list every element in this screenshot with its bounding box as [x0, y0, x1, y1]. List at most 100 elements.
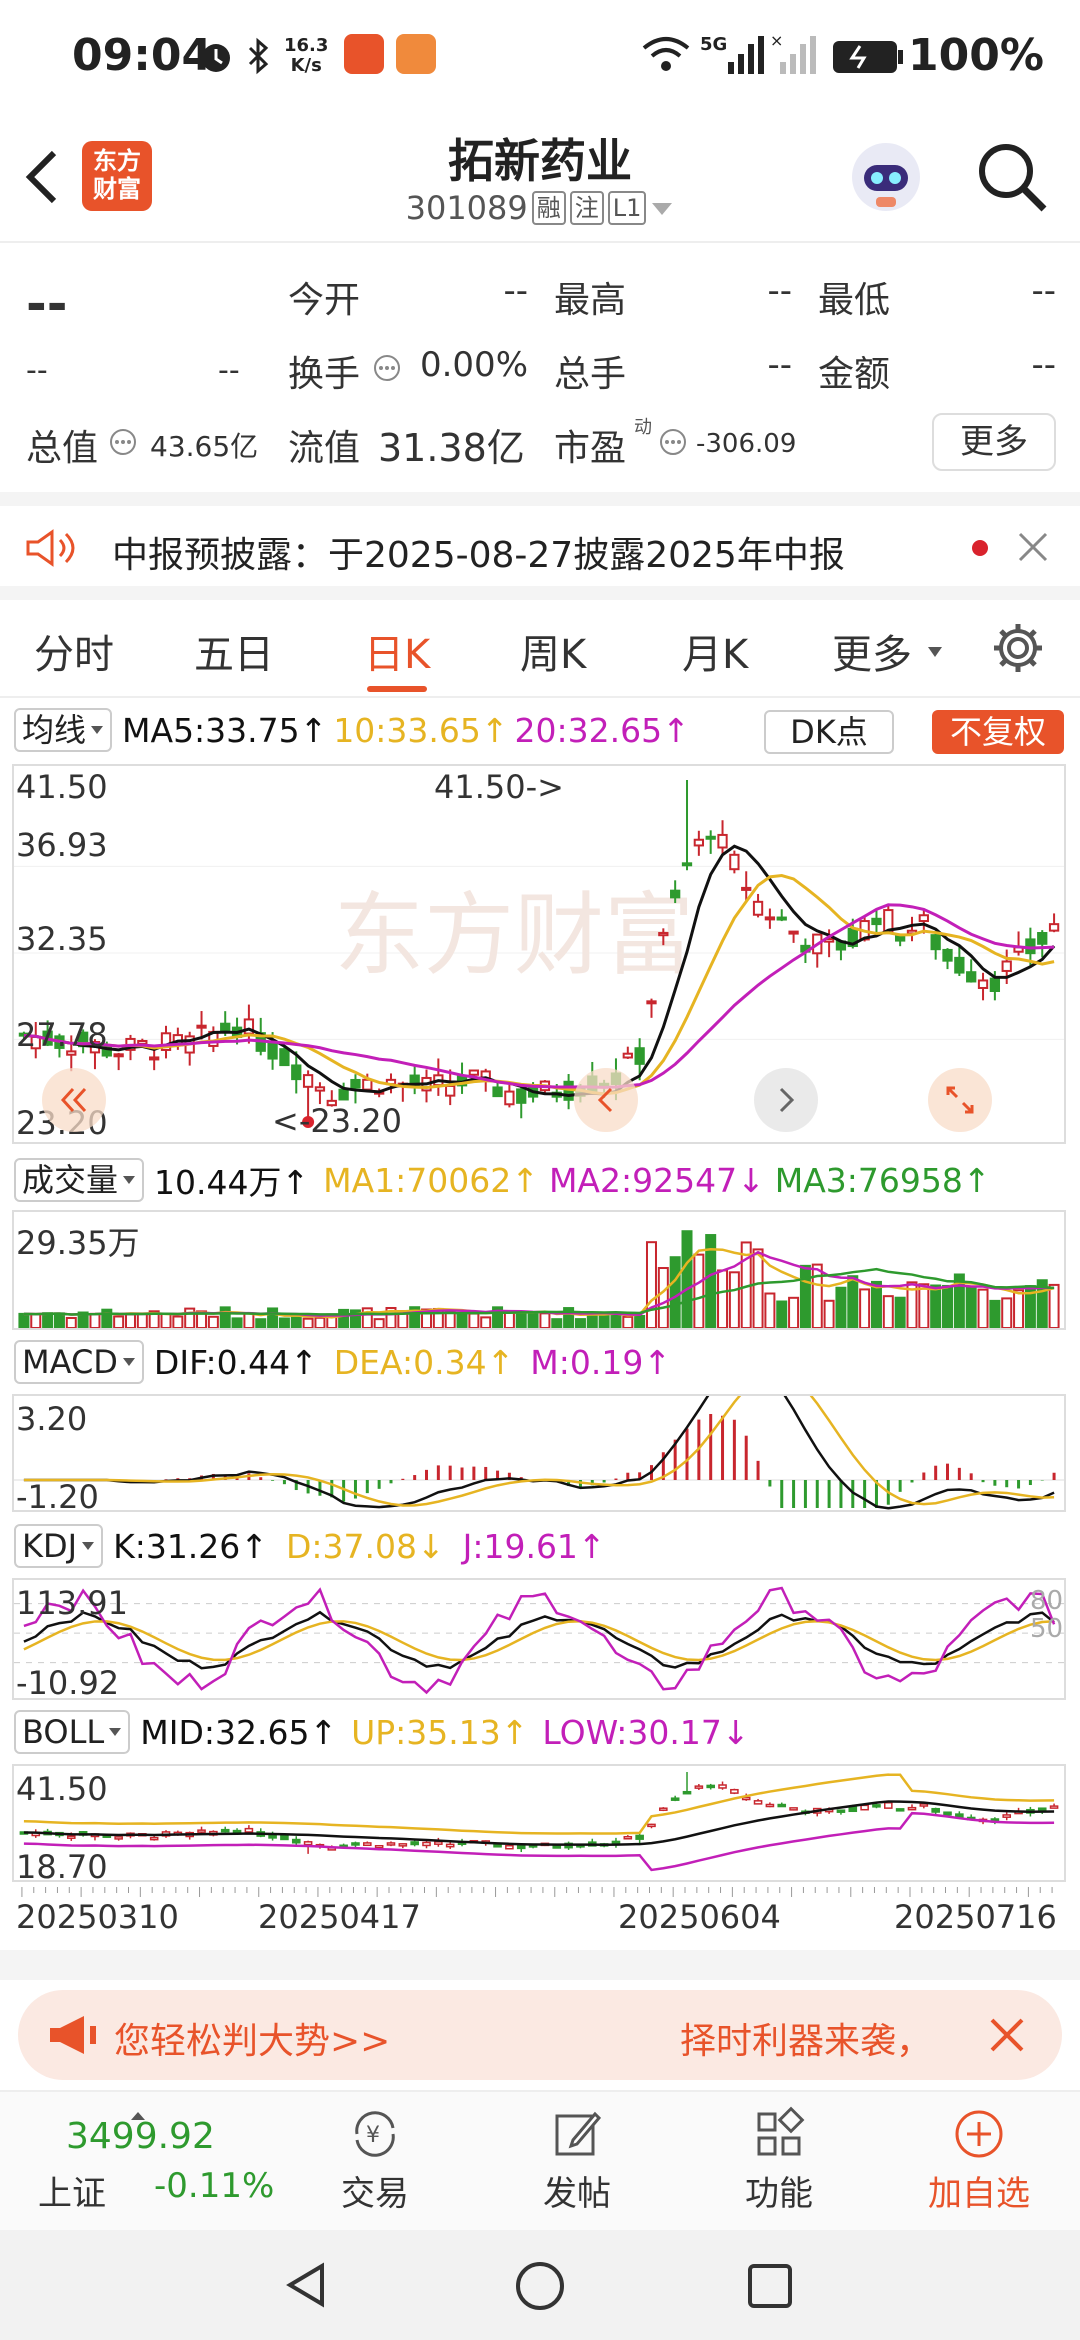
- candle-body: [918, 914, 929, 923]
- boll-candle-body: [422, 1841, 431, 1847]
- bottom-nav: 3499.92 上证 -0.11% ¥ 交易 发帖 功能 加自选: [0, 2090, 1080, 2230]
- search-icon[interactable]: [974, 139, 1050, 219]
- date-tick-marks: [21, 1887, 1053, 1897]
- tab-monthly-k[interactable]: 月K: [682, 622, 748, 680]
- volume-bar: [882, 1295, 894, 1328]
- boll-candle-body: [1002, 1814, 1012, 1818]
- scroll-left-double-icon[interactable]: [42, 1068, 106, 1132]
- tab-more[interactable]: 更多: [832, 622, 912, 680]
- boll-candle-body: [765, 1803, 775, 1808]
- notice-bar[interactable]: 中报预披露：于2025-08-27披露2025年中报: [0, 492, 1080, 600]
- volume-bar: [823, 1299, 835, 1328]
- candle-body: [717, 833, 728, 849]
- boll-candle-body: [895, 1808, 905, 1812]
- boll-chart[interactable]: [12, 1764, 1066, 1882]
- macd-chart[interactable]: [12, 1394, 1066, 1512]
- index-quote[interactable]: 3499.92 上证 -0.11%: [30, 2106, 280, 2216]
- pe-sup: 动: [634, 417, 652, 438]
- candle-body: [149, 1056, 160, 1061]
- promo-banner[interactable]: 您轻松判大势>> 择时利器来袭，: [18, 1990, 1062, 2080]
- kdj-legend: KDJ K:31.26↑ D:37.08↓ J:19.61↑: [14, 1524, 606, 1568]
- volume-bar: [278, 1317, 290, 1328]
- candle-body: [977, 979, 989, 989]
- stock-header: 东方 财富 拓新药业 301089 融 注 L1: [0, 115, 1080, 243]
- adjust-rights-button[interactable]: 不复权: [932, 710, 1064, 754]
- system-nav-bar: [0, 2230, 1080, 2340]
- boll-candle-body: [872, 1804, 881, 1808]
- tab-daily-k[interactable]: 日K: [364, 622, 430, 680]
- volume-bar: [634, 1315, 646, 1328]
- tab-weekly-k[interactable]: 周K: [520, 622, 586, 680]
- macd-selector[interactable]: MACD: [14, 1340, 144, 1384]
- tab-intraday[interactable]: 分时: [34, 622, 114, 680]
- grid-icon: [704, 2102, 854, 2166]
- close-icon[interactable]: [1016, 530, 1050, 568]
- battery-percent: 100%: [908, 30, 1044, 81]
- volume-bar: [160, 1312, 172, 1328]
- candle-body: [895, 934, 906, 942]
- zoom-out-icon[interactable]: [574, 1068, 638, 1132]
- candle-body: [291, 1064, 302, 1081]
- boll-y-bottom: 18.70: [16, 1848, 108, 1886]
- nav-functions[interactable]: 功能: [704, 2102, 854, 2215]
- nav-post[interactable]: 发帖: [502, 2102, 652, 2215]
- candle-body: [302, 1074, 314, 1088]
- fullscreen-icon[interactable]: [928, 1068, 992, 1132]
- tab-five-day[interactable]: 五日: [194, 622, 274, 680]
- volume-bar: [113, 1315, 125, 1328]
- dk-point-button[interactable]: DK点: [764, 710, 894, 754]
- settings-gear-icon[interactable]: [990, 620, 1046, 680]
- nav-add-watchlist[interactable]: 加自选: [904, 2102, 1054, 2215]
- candle-body: [1001, 960, 1012, 972]
- kdj-selector[interactable]: KDJ: [14, 1524, 104, 1568]
- date-label-3: 20250604: [618, 1898, 781, 1936]
- kline-chart[interactable]: 东方财富: [12, 764, 1066, 1144]
- volume-bar: [870, 1280, 882, 1328]
- boll-selector[interactable]: BOLL: [14, 1710, 131, 1754]
- robot-assistant-icon[interactable]: [846, 137, 926, 221]
- nav-trade[interactable]: ¥ 交易: [300, 2102, 450, 2215]
- volume-ma2: MA2:92547↓: [548, 1160, 765, 1200]
- boll-candle-body: [670, 1797, 680, 1801]
- boll-candle-body: [434, 1841, 443, 1845]
- volume-selector[interactable]: 成交量: [14, 1158, 145, 1202]
- edit-icon: [502, 2102, 652, 2166]
- turnover-label: 换手: [288, 354, 361, 395]
- system-recents-icon[interactable]: [746, 2262, 794, 2314]
- close-icon[interactable]: [988, 2016, 1026, 2058]
- megaphone-icon: [46, 2014, 100, 2060]
- kline-y-label-1: 41.50: [16, 768, 108, 806]
- volume-bar: [989, 1299, 1001, 1328]
- boll-candle-body: [244, 1827, 254, 1833]
- promo-right-text: 择时利器来袭，: [680, 2021, 933, 2062]
- zoom-in-icon[interactable]: [754, 1068, 818, 1132]
- section-divider: [0, 1950, 1080, 1980]
- volume-chart[interactable]: [12, 1210, 1066, 1330]
- speaker-icon: [24, 528, 84, 572]
- more-button[interactable]: 更多: [932, 413, 1056, 471]
- candle-body: [314, 1086, 326, 1092]
- info-icon[interactable]: [108, 427, 138, 461]
- svg-text:×: ×: [770, 32, 783, 50]
- boll-candle-body: [374, 1844, 384, 1849]
- volume-bar: [622, 1315, 634, 1328]
- info-icon[interactable]: [372, 353, 402, 387]
- ma-selector[interactable]: 均线: [14, 708, 113, 752]
- volume-bar: [172, 1315, 184, 1328]
- index-value: 3499.92: [66, 2116, 215, 2157]
- info-icon[interactable]: [658, 427, 688, 461]
- boll-candle-body: [659, 1807, 668, 1811]
- candle-body: [942, 948, 953, 962]
- boll-legend: BOLL MID:32.65↑ UP:35.13↑ LOW:30.17↓: [14, 1710, 750, 1754]
- kdj-chart[interactable]: [12, 1578, 1066, 1700]
- kline-y-label-3: 32.35: [16, 920, 108, 958]
- volume-bar: [752, 1248, 764, 1328]
- candle-body: [350, 1078, 361, 1089]
- boll-candle-body: [303, 1841, 313, 1846]
- boll-candle-body: [493, 1843, 502, 1848]
- volume-bar: [847, 1275, 859, 1328]
- battery-icon: [832, 40, 904, 78]
- system-home-icon[interactable]: [514, 2260, 566, 2316]
- system-back-icon[interactable]: [282, 2260, 332, 2314]
- volume-bar: [977, 1288, 989, 1328]
